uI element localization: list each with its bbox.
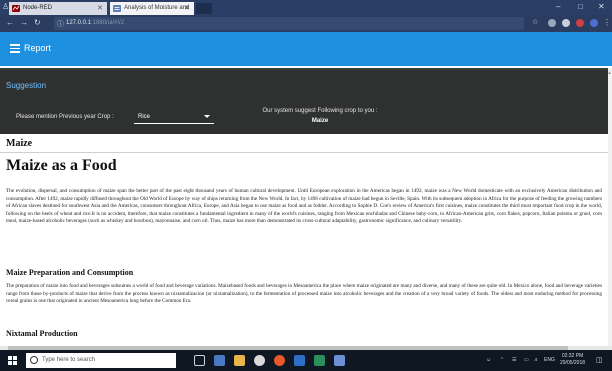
notification-icon[interactable]: ◫ <box>596 356 603 364</box>
url-path: :1880/ui/#!/2 <box>91 20 125 26</box>
address-bar: ← → ↻ ⓘ 127.0.0.1:1880/ui/#!/2 ☆ ⋮ <box>0 15 612 32</box>
taskbar: Type here to search ☺ ⌃ ☰ ▭ ♬ ENG 02:32 … <box>0 350 612 371</box>
extension-icon[interactable] <box>548 19 556 27</box>
reload-icon[interactable]: ↻ <box>34 18 41 27</box>
microphone-icon[interactable] <box>194 355 205 366</box>
star-icon[interactable]: ☆ <box>532 18 538 26</box>
back-icon[interactable]: ← <box>6 18 14 27</box>
cortana-icon <box>30 356 38 364</box>
tab-node-red[interactable]: Node-RED ✕ <box>9 2 107 15</box>
subheading: Nixtamal Production <box>6 329 78 338</box>
paragraph: The evolution, dispersal, and consumptio… <box>6 188 602 225</box>
volume-icon[interactable]: ♬ <box>534 357 539 363</box>
close-icon[interactable]: ✕ <box>184 4 190 12</box>
close-icon[interactable]: ✕ <box>97 4 103 12</box>
node-red-icon <box>12 5 20 12</box>
content-area: Maize Maize as a Food The evolution, dis… <box>0 134 608 346</box>
info-icon: ⓘ <box>57 21 64 28</box>
search-placeholder: Type here to search <box>42 357 96 363</box>
divider <box>0 152 608 153</box>
app-icon[interactable] <box>294 355 305 366</box>
forward-icon[interactable]: → <box>20 18 28 27</box>
scroll-up-icon[interactable]: ▲ <box>607 70 612 76</box>
battery-icon[interactable]: ▭ <box>524 357 529 363</box>
clock-date: 29/05/2018 <box>560 360 586 366</box>
subheading: Maize Preparation and Consumption <box>6 268 134 277</box>
tab-analysis[interactable]: Analysis of Moisture and ✕ <box>110 2 194 15</box>
suggest-label: Our system suggest Following crop to you… <box>262 108 378 114</box>
app-icon[interactable] <box>334 355 345 366</box>
crop-select-value: Rice <box>138 114 151 120</box>
task-view-icon[interactable] <box>214 355 225 366</box>
extension-icon[interactable] <box>590 19 598 27</box>
minimize-icon[interactable]: – <box>556 2 560 11</box>
app-header: Report <box>0 32 612 66</box>
language-indicator[interactable]: ENG <box>544 357 555 363</box>
extension-icon[interactable] <box>562 19 570 27</box>
network-icon[interactable]: ☰ <box>512 357 516 363</box>
document-icon <box>113 5 121 12</box>
tab-title: Analysis of Moisture and <box>124 5 190 11</box>
file-explorer-icon[interactable] <box>234 355 245 366</box>
page-title: Report <box>24 43 52 53</box>
chevron-up-icon[interactable]: ⌃ <box>500 357 504 363</box>
menu-dots-icon[interactable]: ⋮ <box>603 18 611 27</box>
firefox-icon[interactable] <box>274 355 285 366</box>
new-tab-button[interactable] <box>196 3 212 14</box>
maximize-icon[interactable]: □ <box>578 2 583 11</box>
content-heading: Maize as a Food <box>6 157 117 174</box>
close-window-icon[interactable]: ✕ <box>598 2 605 11</box>
app-icon[interactable] <box>314 355 325 366</box>
browser-tab-strip: ♙ Node-RED ✕ Analysis of Moisture and ✕ … <box>0 0 612 15</box>
suggest-value: Maize <box>311 118 329 124</box>
clock[interactable]: 02:32 PM 29/05/2018 <box>560 353 585 367</box>
url-host: 127.0.0.1 <box>66 20 92 26</box>
extension-icon[interactable] <box>576 19 584 27</box>
panel-title: Suggestion <box>6 81 47 90</box>
taskbar-search-input[interactable]: Type here to search <box>26 353 176 368</box>
suggestion-panel: Suggestion Please mention Previous year … <box>0 68 612 134</box>
hamburger-menu-icon[interactable] <box>10 44 20 53</box>
vertical-scrollbar[interactable]: ▲ <box>607 68 612 350</box>
content-title: Maize <box>6 138 33 149</box>
chrome-icon[interactable] <box>254 355 265 366</box>
tab-title: Node-RED <box>23 5 53 11</box>
chevron-down-icon <box>204 115 210 118</box>
crop-select[interactable]: Rice <box>134 110 214 124</box>
people-icon[interactable]: ☺ <box>486 357 491 363</box>
clock-time: 02:32 PM <box>561 353 584 359</box>
paragraph: The preparation of maize into food and b… <box>6 283 602 305</box>
url-input[interactable]: ⓘ 127.0.0.1:1880/ui/#!/2 <box>54 17 524 30</box>
crop-label: Please mention Previous year Crop : <box>16 114 114 120</box>
windows-start-icon[interactable] <box>8 356 17 365</box>
